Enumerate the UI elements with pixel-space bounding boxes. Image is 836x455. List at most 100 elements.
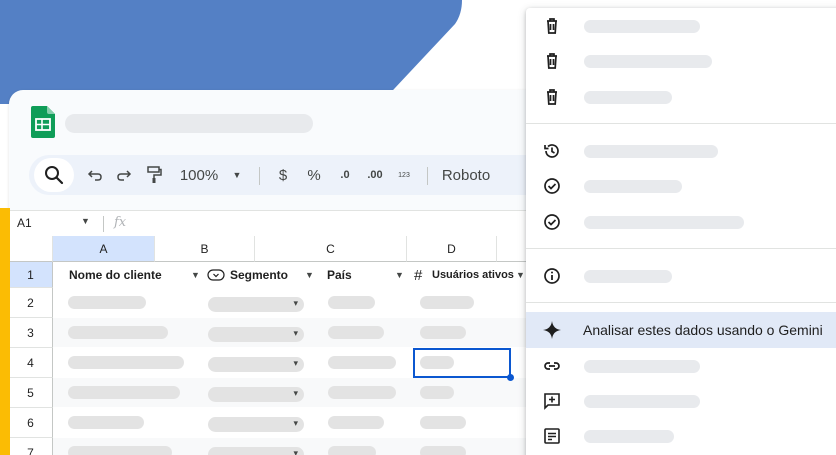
menu-divider	[526, 302, 836, 303]
menu-item-placeholder	[584, 91, 672, 104]
cell-placeholder	[328, 296, 375, 309]
menu-item-delete-2[interactable]	[526, 44, 836, 78]
currency-button[interactable]: $	[274, 155, 292, 195]
history-icon	[544, 144, 559, 158]
menu-item-label: Analisar estes dados usando o Gemini	[583, 322, 823, 338]
percent-label: %	[307, 166, 321, 184]
menu-item-delete-1[interactable]	[526, 9, 836, 43]
cell-placeholder	[328, 356, 396, 369]
trash-icon	[547, 89, 557, 105]
trash-icon	[547, 18, 557, 34]
dropdown-chip[interactable]	[208, 387, 304, 402]
decorative-strip	[0, 208, 10, 455]
currency-label: $	[278, 166, 288, 184]
row-header-1[interactable]: 1	[9, 262, 53, 288]
cell-placeholder	[68, 386, 180, 399]
row-header-3[interactable]: 3	[9, 318, 53, 348]
header-label: Segmento	[230, 268, 289, 282]
chevron-down-icon[interactable]: ▼	[516, 270, 525, 280]
header-cell-active-users[interactable]: Usuários ativos	[432, 262, 514, 288]
row-header-2[interactable]: 2	[9, 288, 53, 318]
decrease-decimal-button[interactable]: .0	[333, 155, 357, 195]
toolbar: 100% ▼ $ % .0 .00 123 Roboto	[29, 155, 589, 195]
paint-format-button[interactable]	[141, 155, 167, 195]
chevron-down-icon[interactable]: ▼	[229, 155, 245, 195]
chevron-down-icon[interactable]: ▼	[81, 216, 90, 226]
dropdown-chip[interactable]	[208, 297, 304, 312]
header-label: Usuários ativos	[432, 269, 514, 281]
increase-decimal-label: .00	[367, 169, 383, 181]
document-title-placeholder	[65, 114, 313, 133]
trash-icon	[547, 53, 557, 69]
undo-icon	[87, 170, 102, 181]
menu-item-placeholder	[584, 20, 700, 33]
search-menus-button[interactable]	[34, 158, 74, 192]
column-label: B	[200, 241, 209, 256]
column-label: C	[326, 241, 335, 256]
cell-placeholder	[420, 296, 474, 309]
chevron-down-icon[interactable]: ▼	[395, 270, 404, 280]
cell-placeholder	[420, 416, 466, 429]
paint-format-icon	[147, 166, 162, 183]
cell-placeholder	[420, 386, 454, 399]
row-header-7[interactable]: 7	[9, 438, 53, 455]
cell-placeholder	[420, 446, 466, 455]
chevron-down-icon[interactable]: ▼	[305, 270, 314, 280]
menu-divider	[526, 123, 836, 124]
name-box[interactable]: A1	[17, 216, 32, 230]
menu-item-notes[interactable]	[526, 419, 836, 453]
row-header-5[interactable]: 5	[9, 378, 53, 408]
header-label: País	[327, 268, 352, 282]
cell-placeholder	[328, 326, 384, 339]
menu-item-history[interactable]	[526, 134, 836, 168]
hash-label: #	[414, 266, 423, 284]
menu-item-delete-3[interactable]	[526, 80, 836, 114]
menu-item-link[interactable]	[526, 349, 836, 383]
redo-button[interactable]	[111, 155, 137, 195]
fill-handle[interactable]	[507, 374, 514, 381]
row-label: 7	[27, 445, 34, 455]
column-header-a[interactable]: A	[53, 236, 155, 262]
dropdown-chip-icon	[207, 269, 225, 281]
menu-item-info[interactable]	[526, 259, 836, 293]
dropdown-chip[interactable]	[208, 327, 304, 342]
chevron-down-icon[interactable]: ▼	[191, 270, 200, 280]
menu-divider	[526, 248, 836, 249]
column-label: D	[447, 241, 456, 256]
row-header-4[interactable]: 4	[9, 348, 53, 378]
formula-divider	[103, 216, 104, 232]
dropdown-chip[interactable]	[208, 447, 304, 455]
cell-placeholder	[68, 416, 144, 429]
column-header-c[interactable]: C	[255, 236, 407, 262]
selected-cell[interactable]	[413, 348, 511, 378]
dropdown-chip[interactable]	[208, 417, 304, 432]
info-icon	[544, 268, 560, 284]
header-cell-segment[interactable]: Segmento	[207, 262, 288, 288]
row-header-6[interactable]: 6	[9, 408, 53, 438]
font-select[interactable]: Roboto	[440, 155, 492, 195]
menu-item-placeholder	[584, 270, 672, 283]
column-header-d[interactable]: D	[407, 236, 497, 262]
cell-placeholder	[68, 296, 146, 309]
header-cell-country[interactable]: País	[327, 262, 352, 288]
header-label: Nome do cliente	[69, 268, 162, 282]
undo-button[interactable]	[82, 155, 108, 195]
number-format-button[interactable]: 123	[393, 155, 415, 195]
increase-decimal-button[interactable]: .00	[361, 155, 389, 195]
check-circle-icon	[544, 214, 560, 230]
menu-item-check-2[interactable]	[526, 205, 836, 239]
select-all-corner[interactable]	[9, 236, 53, 262]
sheets-window: 100% ▼ $ % .0 .00 123 Roboto A1 ▼ fx A B…	[9, 90, 609, 455]
percent-button[interactable]: %	[305, 155, 323, 195]
menu-item-placeholder	[584, 360, 700, 373]
dropdown-chip[interactable]	[208, 357, 304, 372]
cell-placeholder	[420, 326, 466, 339]
cell-placeholder	[328, 386, 396, 399]
column-header-b[interactable]: B	[155, 236, 255, 262]
header-cell-customer-name[interactable]: Nome do cliente	[69, 262, 162, 288]
menu-item-comment[interactable]	[526, 384, 836, 418]
menu-item-check-1[interactable]	[526, 169, 836, 203]
zoom-select[interactable]: 100%	[177, 155, 221, 195]
menu-item-analyze-gemini[interactable]: Analisar estes dados usando o Gemini	[526, 312, 836, 348]
row-label: 1	[27, 267, 34, 282]
